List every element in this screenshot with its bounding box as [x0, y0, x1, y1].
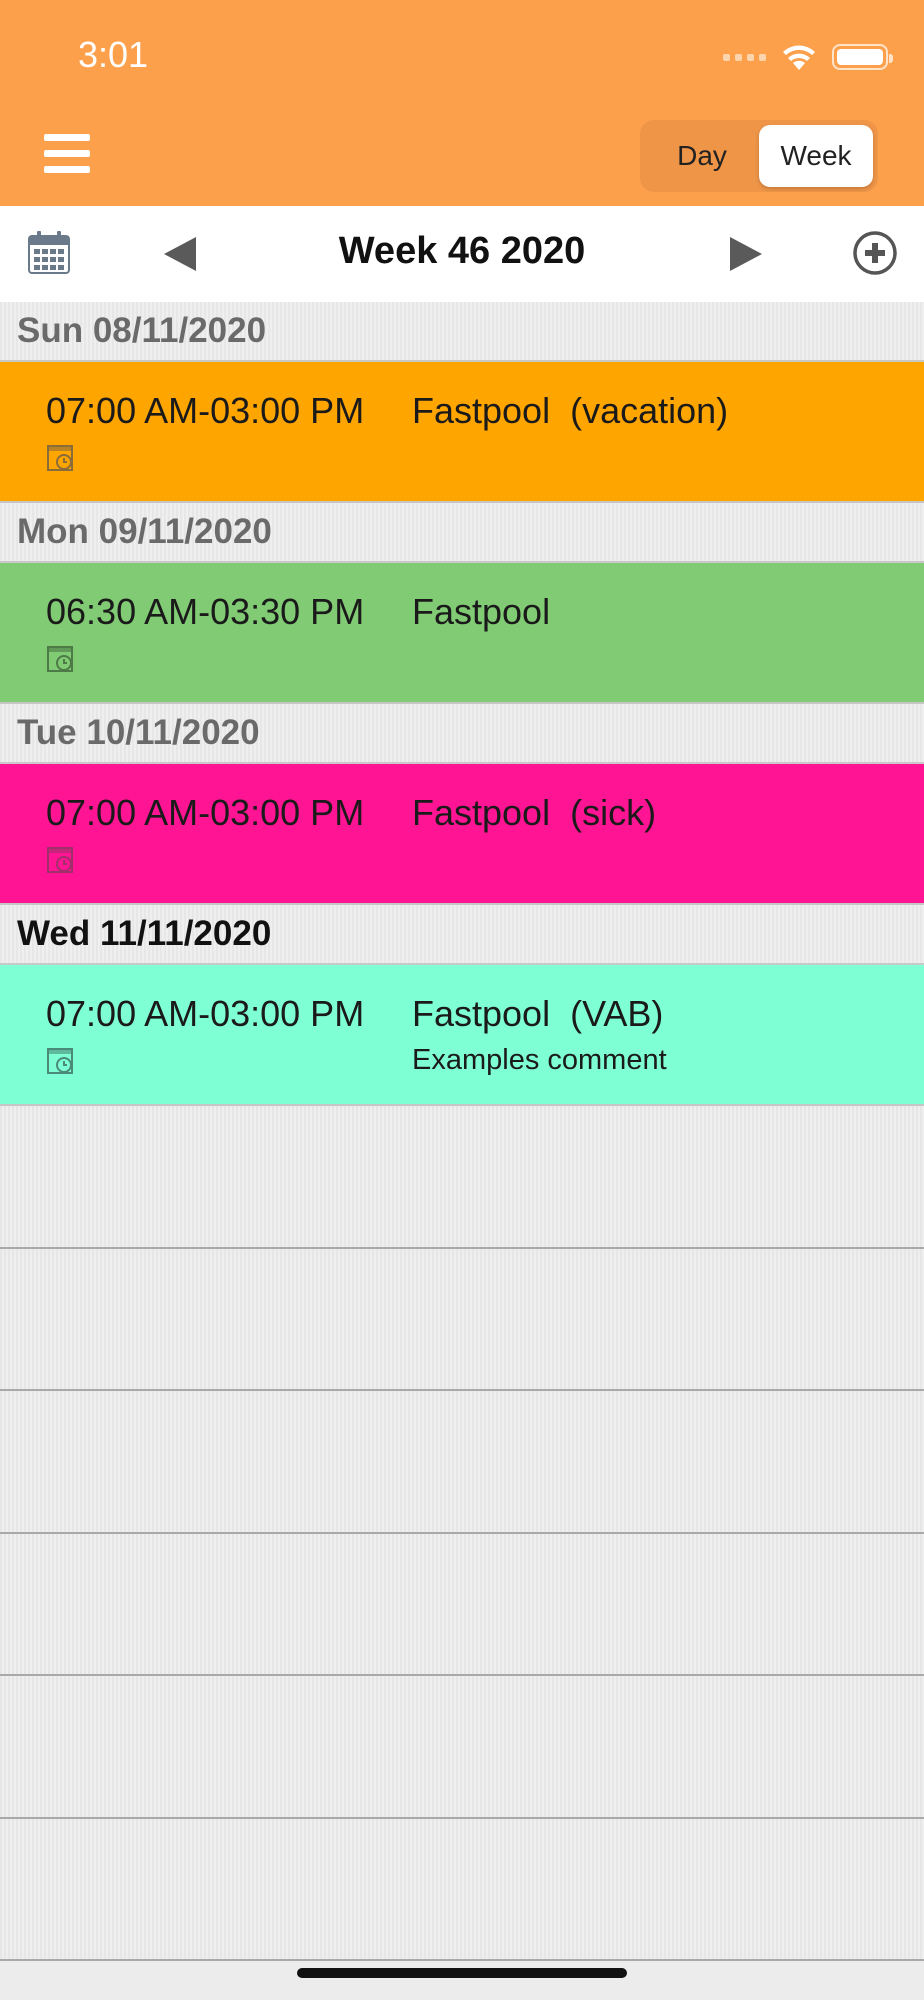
next-week-arrow-icon[interactable]	[726, 234, 766, 274]
empty-row	[0, 1248, 924, 1391]
day-header-today: Wed 11/11/2020	[0, 905, 924, 965]
entry-time: 07:00 AM-03:00 PM	[46, 390, 365, 431]
week-title: Week 46 2020	[338, 230, 586, 272]
status-time: 3:01	[78, 34, 149, 75]
day-header: Sun 08/11/2020	[0, 302, 924, 362]
battery-icon	[832, 44, 893, 70]
shift-entry[interactable]: 06:30 AM-03:30 PM Fastpool	[0, 563, 924, 704]
week-entries-list: Sun 08/11/2020 07:00 AM-03:00 PM Fastpoo…	[0, 302, 924, 1961]
time-sheet-icon	[47, 847, 75, 875]
top-bar: 3:01 Day Week	[0, 0, 924, 206]
shift-entry[interactable]: 07:00 AM-03:00 PM Fastpool (sick)	[0, 764, 924, 905]
time-sheet-icon	[47, 445, 75, 473]
day-header: Tue 10/11/2020	[0, 704, 924, 764]
entry-place: Fastpool	[412, 591, 551, 632]
menu-button[interactable]	[44, 134, 90, 178]
time-sheet-icon	[47, 646, 75, 674]
week-segment[interactable]: Week	[759, 125, 873, 187]
entry-time: 07:00 AM-03:00 PM	[46, 993, 365, 1034]
entry-comment: Examples comment	[412, 1044, 667, 1076]
wifi-icon	[780, 42, 818, 72]
entry-place: Fastpool (sick)	[412, 792, 657, 833]
entry-time: 06:30 AM-03:30 PM	[46, 591, 365, 632]
day-segment[interactable]: Day	[645, 125, 759, 187]
home-indicator	[297, 1968, 627, 1978]
add-icon[interactable]	[852, 230, 898, 276]
empty-row	[0, 1818, 924, 1961]
view-segmented-control: Day Week	[640, 120, 878, 192]
day-header: Mon 09/11/2020	[0, 503, 924, 563]
entry-time: 07:00 AM-03:00 PM	[46, 792, 365, 833]
time-sheet-icon	[47, 1048, 75, 1076]
status-indicators	[723, 40, 893, 74]
empty-row	[0, 1533, 924, 1676]
cellular-signal-icon	[723, 53, 766, 61]
empty-row	[0, 1391, 924, 1534]
empty-row	[0, 1106, 924, 1249]
empty-row	[0, 1676, 924, 1819]
shift-entry[interactable]: 07:00 AM-03:00 PM Fastpool (vacation)	[0, 362, 924, 503]
entry-place: Fastpool (VAB)	[412, 993, 664, 1034]
week-navigation-bar: Week 46 2020	[0, 206, 924, 302]
entry-place: Fastpool (vacation)	[412, 390, 729, 431]
shift-entry[interactable]: 07:00 AM-03:00 PM Fastpool (VAB) Example…	[0, 965, 924, 1106]
